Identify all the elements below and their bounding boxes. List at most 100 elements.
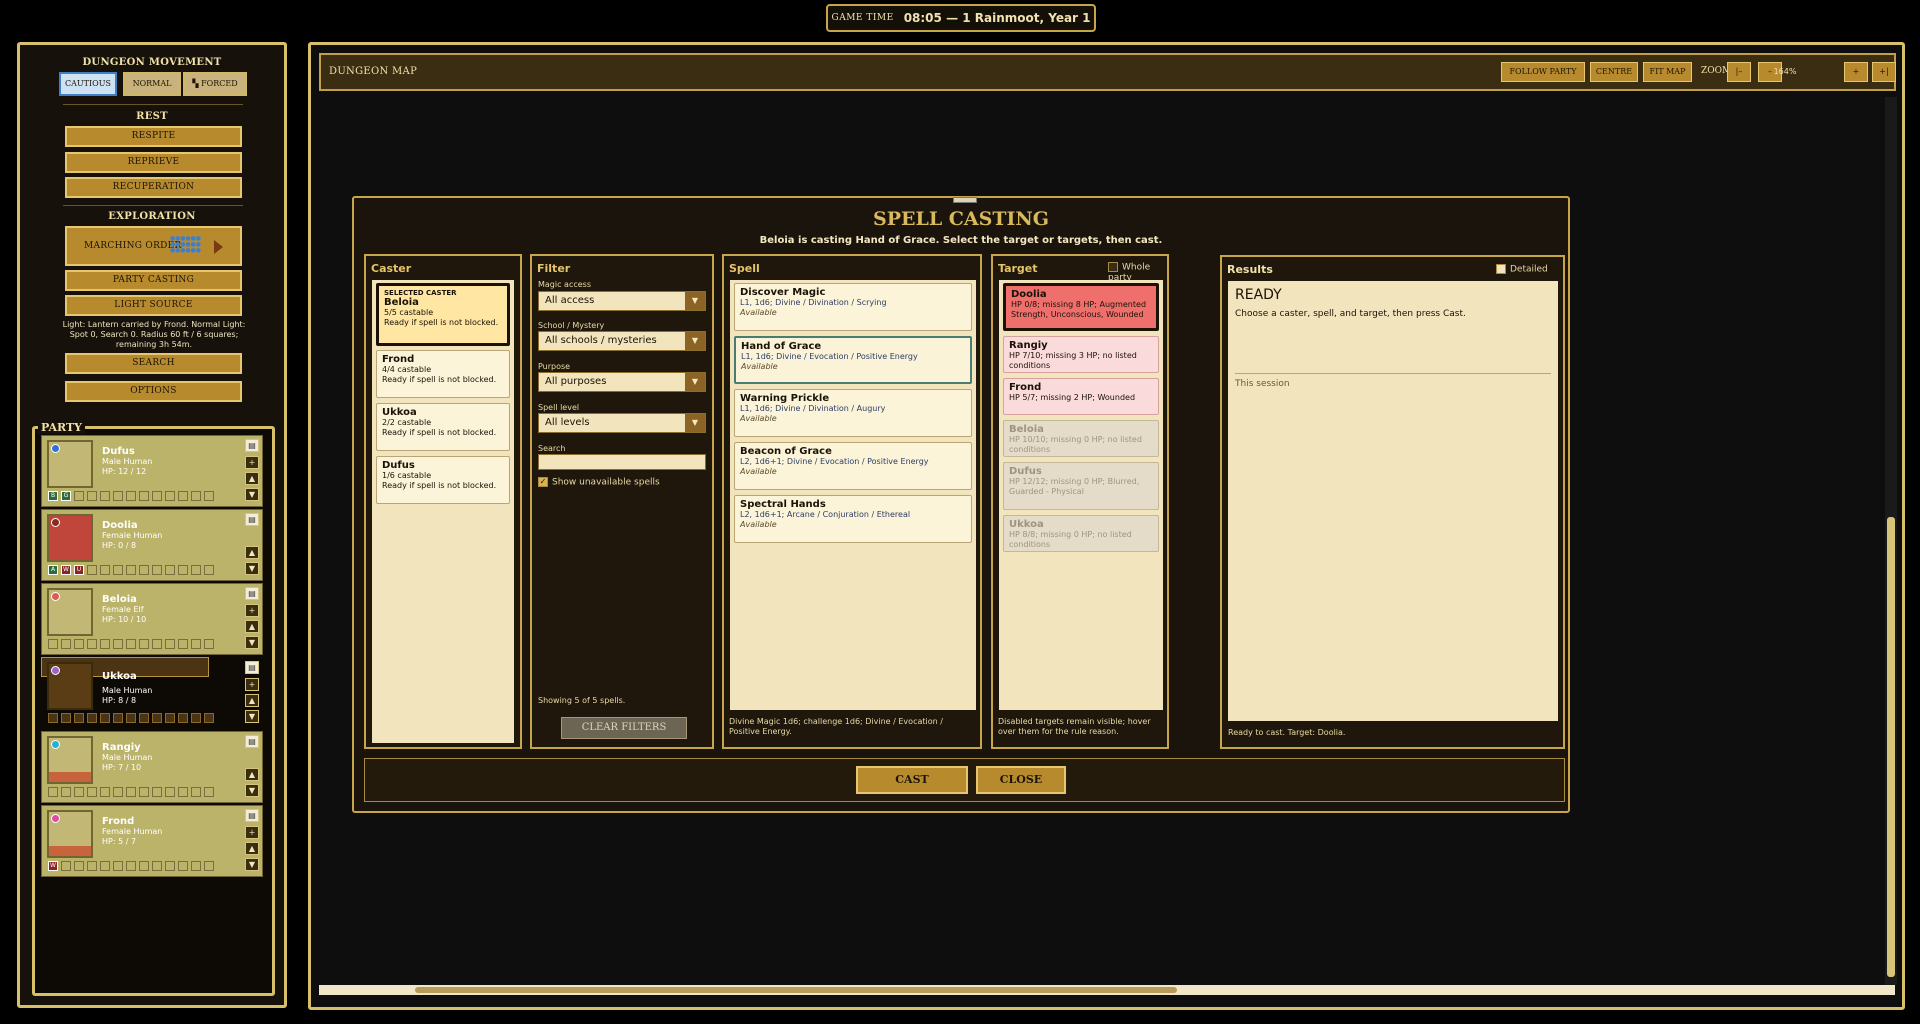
add-icon[interactable]: +: [245, 678, 259, 691]
spell-item-hand-of-grace[interactable]: Hand of Grace L1, 1d6; Divine / Evocatio…: [734, 336, 972, 384]
movement-cautious-button[interactable]: CAUTIOUS: [59, 72, 117, 96]
scroll-thumb[interactable]: [1887, 517, 1895, 977]
movement-normal-button[interactable]: NORMAL: [123, 72, 181, 96]
light-source-button[interactable]: LIGHT SOURCE: [65, 295, 242, 316]
party-member-card[interactable]: Doolia Female Human HP: 0 / 8 A W U ▤ ▲ ▼: [41, 509, 263, 581]
arrow-up-icon[interactable]: ▲: [245, 842, 259, 855]
respite-button[interactable]: RESPITE: [65, 126, 242, 147]
target-detail: HP 0/8; missing 8 HP; Augmented Strength…: [1011, 300, 1147, 319]
arrow-up-icon[interactable]: ▲: [245, 472, 259, 485]
party-panel: PARTY Dufus Male Human HP: 12 / 12 B G ▤ + ▲ ▼ Do…: [32, 421, 275, 996]
party-member-card[interactable]: Frond Female Human HP: 5 / 7 W ▤ + ▲ ▼: [41, 805, 263, 877]
arrow-up-icon[interactable]: ▲: [245, 620, 259, 633]
member-info: Doolia Female Human HP: 0 / 8: [102, 520, 162, 551]
note-icon[interactable]: ▤: [245, 809, 259, 822]
close-button[interactable]: CLOSE: [976, 766, 1066, 794]
arrow-up-icon[interactable]: ▲: [245, 546, 259, 559]
search-button[interactable]: SEARCH: [65, 353, 242, 374]
arrow-down-icon[interactable]: ▼: [245, 636, 259, 649]
zoom-min-button[interactable]: |–: [1727, 62, 1751, 82]
zoom-max-button[interactable]: +|: [1872, 62, 1896, 82]
caster-item-frond[interactable]: Frond 4/4 castable Ready if spell is not…: [376, 350, 510, 398]
target-item-frond[interactable]: Frond HP 5/7; missing 2 HP; Wounded: [1003, 378, 1159, 415]
filter-column: Filter Magic access All access ▼ School /…: [530, 254, 714, 749]
show-unavailable-toggle[interactable]: ✓ Show unavailable spells: [538, 477, 660, 488]
condition-slot: [100, 639, 110, 649]
clear-filters-button[interactable]: CLEAR FILTERS: [561, 717, 687, 739]
note-icon[interactable]: ▤: [245, 513, 259, 526]
add-icon[interactable]: +: [245, 604, 259, 617]
reprieve-button[interactable]: REPRIEVE: [65, 152, 242, 173]
spell-search-input[interactable]: [538, 454, 706, 470]
spell-header: Spell: [729, 262, 760, 275]
follow-party-button[interactable]: FOLLOW PARTY: [1501, 62, 1585, 82]
arrow-up-icon[interactable]: ▲: [245, 694, 259, 707]
condition-badge: W: [48, 861, 58, 871]
zoom-in-button[interactable]: +: [1844, 62, 1868, 82]
spell-item-beacon-of-grace[interactable]: Beacon of Grace L2, 1d6+1; Divine / Evoc…: [734, 442, 972, 490]
member-sex: Female: [102, 531, 131, 540]
spell-item-warning-prickle[interactable]: Warning Prickle L1, 1d6; Divine / Divina…: [734, 389, 972, 437]
status-dot-icon: [51, 740, 60, 749]
target-name: Doolia: [1011, 289, 1047, 300]
avatar: [47, 810, 93, 858]
movement-forced-button[interactable]: ▚ FORCED: [183, 72, 247, 96]
arrow-down-icon[interactable]: ▼: [245, 488, 259, 501]
condition-slot: [126, 639, 136, 649]
map-horizontal-scrollbar[interactable]: [319, 985, 1895, 995]
centre-button[interactable]: CENTRE: [1590, 62, 1638, 82]
target-item-doolia[interactable]: Doolia HP 0/8; missing 8 HP; Augmented S…: [1003, 283, 1159, 331]
condition-slot: [152, 713, 162, 723]
member-sex: Male: [102, 457, 121, 466]
scroll-thumb[interactable]: [415, 987, 1177, 993]
arrow-up-icon[interactable]: ▲: [245, 768, 259, 781]
caster-item-beloia[interactable]: SELECTED CASTER Beloia 5/5 castable Read…: [376, 283, 510, 346]
checkbox-checked-icon: ✓: [538, 477, 548, 487]
options-button[interactable]: OPTIONS: [65, 381, 242, 402]
target-item-rangiy[interactable]: Rangiy HP 7/10; missing 3 HP; no listed …: [1003, 336, 1159, 373]
condition-slot: [204, 639, 214, 649]
party-member-card[interactable]: Dufus Male Human HP: 12 / 12 B G ▤ + ▲ ▼: [41, 435, 263, 507]
session-label: This session: [1235, 379, 1290, 389]
marching-order-button[interactable]: MARCHING ORDER ● ● ● ● ● ● ● ● ● ● ● ● ● ●…: [65, 226, 242, 266]
drag-handle[interactable]: [953, 197, 977, 203]
select-value: All purposes: [545, 376, 607, 387]
caster-item-dufus[interactable]: Dufus 1/6 castable Ready if spell is not…: [376, 456, 510, 504]
member-sex: Male: [102, 753, 121, 762]
condition-slot: [178, 639, 188, 649]
map-vertical-scrollbar[interactable]: [1885, 97, 1897, 985]
caster-item-ukkoa[interactable]: Ukkoa 2/2 castable Ready if spell is not…: [376, 403, 510, 451]
condition-slot: [139, 491, 149, 501]
level-select[interactable]: All levels ▼: [538, 413, 706, 433]
cast-button[interactable]: CAST: [856, 766, 968, 794]
add-icon[interactable]: +: [245, 826, 259, 839]
condition-slot: [74, 861, 84, 871]
arrow-down-icon[interactable]: ▼: [245, 710, 259, 723]
magic-access-select[interactable]: All access ▼: [538, 291, 706, 311]
party-dots-icon: ● ● ● ● ● ● ● ● ● ● ● ● ● ● ● ● ● ●: [170, 235, 201, 254]
spell-item-discover-magic[interactable]: Discover Magic L1, 1d6; Divine / Divinat…: [734, 283, 972, 331]
school-select[interactable]: All schools / mysteries ▼: [538, 331, 706, 351]
party-casting-button[interactable]: PARTY CASTING: [65, 270, 242, 291]
arrow-down-icon[interactable]: ▼: [245, 858, 259, 871]
add-icon[interactable]: +: [245, 456, 259, 469]
spell-item-spectral-hands[interactable]: Spectral Hands L2, 1d6+1; Arcane / Conju…: [734, 495, 972, 543]
detailed-toggle[interactable]: Detailed: [1496, 264, 1548, 275]
avatar: [47, 588, 93, 636]
party-member-card[interactable]: Ukkoa Male Human HP: 8 / 8 ▤ + ▲ ▼: [41, 657, 259, 723]
target-detail: HP 8/8; missing 0 HP; no listed conditio…: [1009, 530, 1132, 549]
recuperation-button[interactable]: RECUPERATION: [65, 177, 242, 198]
note-icon[interactable]: ▤: [245, 735, 259, 748]
result-status: READY: [1235, 287, 1282, 303]
note-icon[interactable]: ▤: [245, 661, 259, 674]
party-member-card[interactable]: Rangiy Male Human HP: 7 / 10 ▤ ▲ ▼: [41, 731, 263, 803]
caster-castable: 5/5 castable: [384, 308, 434, 317]
arrow-down-icon[interactable]: ▼: [245, 562, 259, 575]
party-member-card[interactable]: Beloia Female Elf HP: 10 / 10 ▤ + ▲ ▼: [41, 583, 263, 655]
note-icon[interactable]: ▤: [245, 587, 259, 600]
fit-map-button[interactable]: FIT MAP: [1643, 62, 1692, 82]
note-icon[interactable]: ▤: [245, 439, 259, 452]
arrow-down-icon[interactable]: ▼: [245, 784, 259, 797]
condition-slot: [152, 565, 162, 575]
purpose-select[interactable]: All purposes ▼: [538, 372, 706, 392]
